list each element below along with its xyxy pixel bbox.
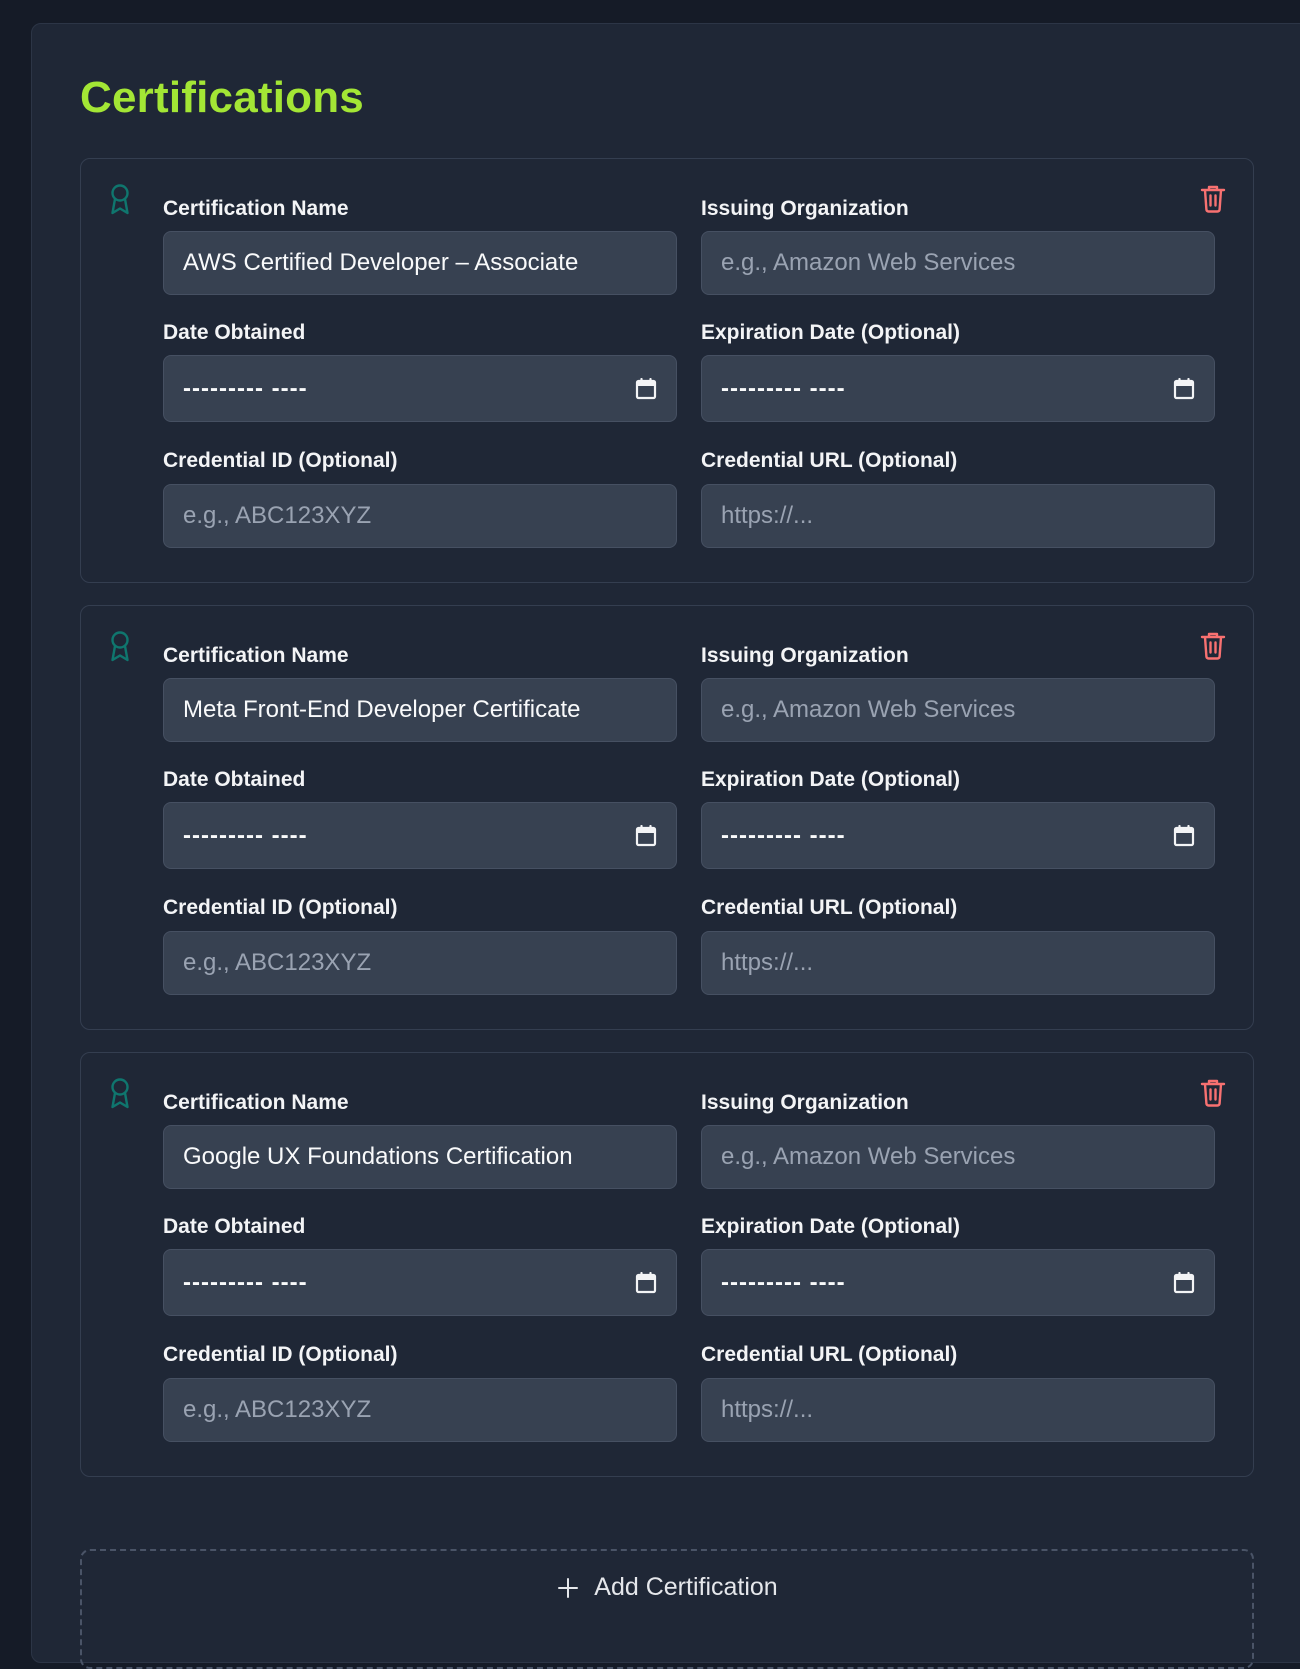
date-obtained-input[interactable]: --------- ---- — [163, 802, 677, 869]
date-obtained-label: Date Obtained — [163, 768, 306, 791]
issuing-organization-input[interactable]: e.g., Amazon Web Services — [701, 1125, 1215, 1189]
certification-name-input-text: Google UX Foundations Certification — [183, 1143, 573, 1170]
certification-name-label: Certification Name — [163, 644, 349, 667]
expiration-date-input-text: --------- ---- — [721, 374, 846, 402]
certification-name-input-text: Meta Front-End Developer Certificate — [183, 696, 581, 723]
issuing-organization-label: Issuing Organization — [701, 1091, 909, 1114]
calendar-icon[interactable] — [1173, 824, 1195, 847]
date-obtained-input-text: --------- ---- — [183, 1268, 308, 1296]
credential-id-input[interactable]: e.g., ABC123XYZ — [163, 484, 677, 548]
section-title: Certifications — [80, 73, 364, 122]
certification-name-input-text: AWS Certified Developer – Associate — [183, 249, 579, 276]
trash-icon — [1200, 632, 1226, 660]
credential-url-label: Credential URL (Optional) — [701, 449, 958, 472]
issuing-organization-label: Issuing Organization — [701, 644, 909, 667]
issuing-organization-label: Issuing Organization — [701, 197, 909, 220]
expiration-date-input-text: --------- ---- — [721, 1268, 846, 1296]
credential-url-label: Credential URL (Optional) — [701, 896, 958, 919]
plus-icon — [558, 1577, 579, 1598]
expiration-date-label: Expiration Date (Optional) — [701, 1215, 961, 1238]
expiration-date-input[interactable]: --------- ---- — [701, 1249, 1215, 1316]
credential-id-label: Credential ID (Optional) — [163, 1343, 398, 1366]
expiration-date-input-text: --------- ---- — [721, 821, 846, 849]
credential-url-input[interactable]: https://... — [701, 1378, 1215, 1442]
certification-name-label: Certification Name — [163, 197, 349, 220]
credential-id-input-text: e.g., ABC123XYZ — [183, 949, 372, 976]
trash-icon — [1200, 1079, 1226, 1107]
credential-id-input-text: e.g., ABC123XYZ — [183, 502, 372, 529]
certification-name-input[interactable]: AWS Certified Developer – Associate — [163, 231, 677, 295]
expiration-date-label: Expiration Date (Optional) — [701, 321, 961, 344]
credential-url-input[interactable]: https://... — [701, 931, 1215, 995]
credential-id-input[interactable]: e.g., ABC123XYZ — [163, 931, 677, 995]
certification-name-input[interactable]: Google UX Foundations Certification — [163, 1125, 677, 1189]
credential-id-input[interactable]: e.g., ABC123XYZ — [163, 1378, 677, 1442]
add-certification-label: Add Certification — [594, 1573, 778, 1601]
issuing-organization-input-text: e.g., Amazon Web Services — [721, 1143, 1016, 1170]
issuing-organization-input-text: e.g., Amazon Web Services — [721, 696, 1016, 723]
award-icon — [107, 1077, 133, 1109]
award-icon — [107, 630, 133, 662]
credential-id-input-text: e.g., ABC123XYZ — [183, 1396, 372, 1423]
issuing-organization-input[interactable]: e.g., Amazon Web Services — [701, 231, 1215, 295]
date-obtained-input[interactable]: --------- ---- — [163, 1249, 677, 1316]
delete-certification-button[interactable] — [1199, 1077, 1227, 1107]
credential-id-label: Credential ID (Optional) — [163, 449, 398, 472]
delete-certification-button[interactable] — [1199, 183, 1227, 213]
calendar-icon[interactable] — [1173, 377, 1195, 400]
credential-url-label: Credential URL (Optional) — [701, 1343, 958, 1366]
expiration-date-label: Expiration Date (Optional) — [701, 768, 961, 791]
date-obtained-label: Date Obtained — [163, 1215, 306, 1238]
credential-url-input[interactable]: https://... — [701, 484, 1215, 548]
issuing-organization-input[interactable]: e.g., Amazon Web Services — [701, 678, 1215, 742]
calendar-icon[interactable] — [635, 824, 657, 847]
certifications-panel: Certifications Certification Name Issuing… — [31, 23, 1300, 1669]
add-certification-button[interactable]: Add Certification — [80, 1549, 1254, 1669]
certification-name-label: Certification Name — [163, 1091, 349, 1114]
credential-url-input-text: https://... — [721, 502, 814, 529]
certification-name-input[interactable]: Meta Front-End Developer Certificate — [163, 678, 677, 742]
credential-url-input-text: https://... — [721, 1396, 814, 1423]
date-obtained-input-text: --------- ---- — [183, 821, 308, 849]
award-icon — [107, 183, 133, 215]
credential-url-input-text: https://... — [721, 949, 814, 976]
expiration-date-input[interactable]: --------- ---- — [701, 355, 1215, 422]
credential-id-label: Credential ID (Optional) — [163, 896, 398, 919]
calendar-icon[interactable] — [1173, 1271, 1195, 1294]
issuing-organization-input-text: e.g., Amazon Web Services — [721, 249, 1016, 276]
trash-icon — [1200, 185, 1226, 213]
delete-certification-button[interactable] — [1199, 630, 1227, 660]
date-obtained-label: Date Obtained — [163, 321, 306, 344]
certification-card: Certification Name Issuing Organization Me… — [80, 605, 1254, 1030]
expiration-date-input[interactable]: --------- ---- — [701, 802, 1215, 869]
date-obtained-input-text: --------- ---- — [183, 374, 308, 402]
certification-card: Certification Name Issuing Organization Go… — [80, 1052, 1254, 1477]
calendar-icon[interactable] — [635, 1271, 657, 1294]
calendar-icon[interactable] — [635, 377, 657, 400]
date-obtained-input[interactable]: --------- ---- — [163, 355, 677, 422]
certification-card: Certification Name Issuing Organization AW… — [80, 158, 1254, 583]
